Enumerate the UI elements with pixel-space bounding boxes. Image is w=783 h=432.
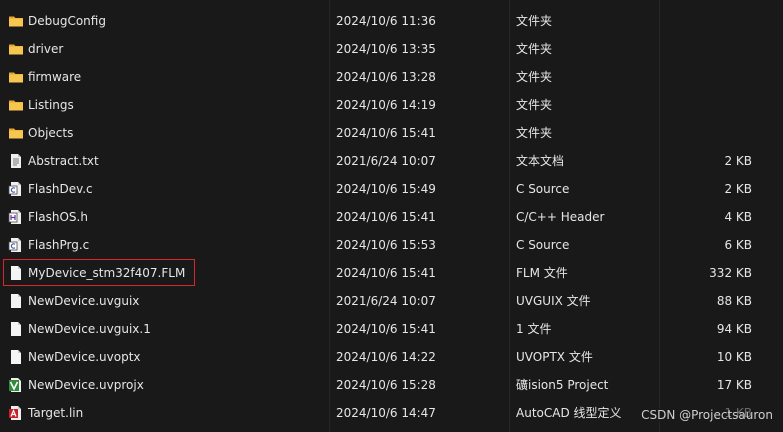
file-type: UVOPTX 文件 xyxy=(516,350,593,364)
watermark: CSDN @Projectsauron xyxy=(639,408,775,422)
file-date-modified: 2024/10/6 15:49 xyxy=(336,182,436,196)
file-name: FlashDev.c xyxy=(28,182,93,196)
file-size: 2 KB xyxy=(724,154,752,168)
file-name: NewDevice.uvguix xyxy=(28,294,140,308)
file-row[interactable]: Listings 2024/10/6 14:19 文件夹 xyxy=(0,91,783,119)
file-type: C Source xyxy=(516,182,570,196)
file-row[interactable]: FlashDev.c 2024/10/6 15:49 C Source 2 KB xyxy=(0,175,783,203)
file-name: NewDevice.uvoptx xyxy=(28,350,141,364)
file-date-modified: 2024/10/6 15:53 xyxy=(336,238,436,252)
file-size: 10 KB xyxy=(716,350,752,364)
file-name: Objects xyxy=(28,126,74,140)
file-name: DebugConfig xyxy=(28,14,106,28)
file-row[interactable]: DebugConfig 2024/10/6 11:36 文件夹 xyxy=(0,7,783,35)
file-type: 文件夹 xyxy=(516,98,553,112)
file-size: 17 KB xyxy=(716,378,752,392)
file-type: 文件夹 xyxy=(516,42,553,56)
file-size: 94 KB xyxy=(716,322,752,336)
blank-file-icon xyxy=(8,349,24,365)
file-type: 文本文档 xyxy=(516,154,565,168)
file-row[interactable]: Abstract.txt 2021/6/24 10:07 文本文档 2 KB xyxy=(0,147,783,175)
file-date-modified: 2024/10/6 15:41 xyxy=(336,266,436,280)
file-date-modified: 2024/10/6 15:28 xyxy=(336,378,436,392)
file-row[interactable]: firmware 2024/10/6 13:28 文件夹 xyxy=(0,63,783,91)
file-type: C Source xyxy=(516,238,570,252)
folder-icon xyxy=(8,69,24,85)
autocad-file-icon xyxy=(8,405,24,421)
file-row[interactable]: NewDevice.uvguix.1 2024/10/6 15:41 1 文件 94 … xyxy=(0,315,783,343)
file-type: 文件夹 xyxy=(516,126,553,140)
blank-file-icon xyxy=(8,265,24,281)
file-date-modified: 2024/10/6 13:35 xyxy=(336,42,436,56)
folder-icon xyxy=(8,125,24,141)
text-file-icon xyxy=(8,153,24,169)
file-name: Target.lin xyxy=(28,406,84,420)
folder-icon xyxy=(8,41,24,57)
folder-icon xyxy=(8,13,24,29)
blank-file-icon xyxy=(8,293,24,309)
header-file-icon xyxy=(8,209,24,225)
file-type: C/C++ Header xyxy=(516,210,605,224)
file-date-modified: 2024/10/6 15:41 xyxy=(336,210,436,224)
blank-file-icon xyxy=(8,321,24,337)
file-row[interactable]: NewDevice.uvprojx 2024/10/6 15:28 礦ision5 … xyxy=(0,371,783,399)
file-date-modified: 2024/10/6 15:41 xyxy=(336,322,436,336)
folder-icon xyxy=(8,97,24,113)
file-row[interactable]: NewDevice.uvoptx 2024/10/6 14:22 UVOPTX 文件… xyxy=(0,343,783,371)
file-date-modified: 2021/6/24 10:07 xyxy=(336,154,436,168)
file-date-modified: 2021/6/24 10:07 xyxy=(336,294,436,308)
file-list: DebugConfig 2024/10/6 11:36 文件夹 driver 2024/… xyxy=(0,7,783,427)
c-source-file-icon xyxy=(8,237,24,253)
file-row[interactable]: NewDevice.uvguix 2021/6/24 10:07 UVGUIX 文件… xyxy=(0,287,783,315)
file-type: 1 文件 xyxy=(516,322,552,336)
file-date-modified: 2024/10/6 14:19 xyxy=(336,98,436,112)
file-size: 332 KB xyxy=(709,266,752,280)
file-row[interactable]: MyDevice_stm32f407.FLM 2024/10/6 15:41 FLM… xyxy=(0,259,783,287)
uvision-project-icon xyxy=(8,377,24,393)
file-date-modified: 2024/10/6 11:36 xyxy=(336,14,436,28)
file-row[interactable]: driver 2024/10/6 13:35 文件夹 xyxy=(0,35,783,63)
file-date-modified: 2024/10/6 14:47 xyxy=(336,406,436,420)
c-source-file-icon xyxy=(8,181,24,197)
file-row[interactable]: FlashPrg.c 2024/10/6 15:53 C Source 6 KB xyxy=(0,231,783,259)
file-name: NewDevice.uvguix.1 xyxy=(28,322,151,336)
file-name: NewDevice.uvprojx xyxy=(28,378,144,392)
file-type: AutoCAD 线型定义 xyxy=(516,406,622,420)
file-date-modified: 2024/10/6 15:41 xyxy=(336,126,436,140)
file-name: Abstract.txt xyxy=(28,154,99,168)
file-type: 礦ision5 Project xyxy=(516,378,609,392)
file-date-modified: 2024/10/6 14:22 xyxy=(336,350,436,364)
file-size: 4 KB xyxy=(724,210,752,224)
file-date-modified: 2024/10/6 13:28 xyxy=(336,70,436,84)
file-size: 88 KB xyxy=(716,294,752,308)
file-size: 2 KB xyxy=(724,182,752,196)
file-name: firmware xyxy=(28,70,82,84)
file-type: 文件夹 xyxy=(516,14,553,28)
file-row[interactable]: FlashOS.h 2024/10/6 15:41 C/C++ Header 4 KB xyxy=(0,203,783,231)
file-name: driver xyxy=(28,42,64,56)
file-name: Listings xyxy=(28,98,74,112)
file-name: FlashOS.h xyxy=(28,210,88,224)
file-name: FlashPrg.c xyxy=(28,238,90,252)
file-size: 6 KB xyxy=(724,238,752,252)
file-type: FLM 文件 xyxy=(516,266,568,280)
file-type: 文件夹 xyxy=(516,70,553,84)
file-type: UVGUIX 文件 xyxy=(516,294,591,308)
file-name: MyDevice_stm32f407.FLM xyxy=(28,266,186,280)
file-row[interactable]: Objects 2024/10/6 15:41 文件夹 xyxy=(0,119,783,147)
